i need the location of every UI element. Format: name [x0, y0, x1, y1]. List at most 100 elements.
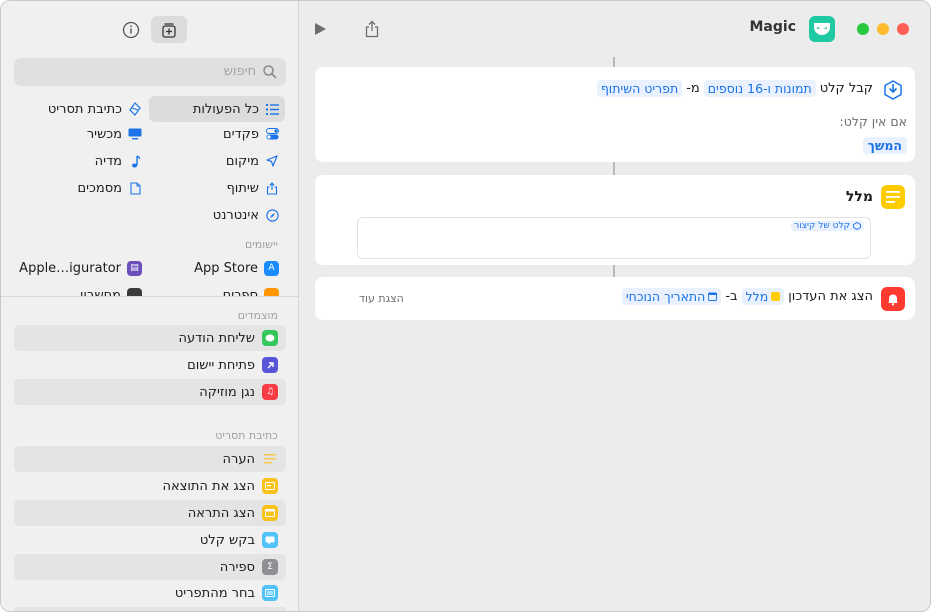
comment-lines-icon — [262, 451, 278, 467]
notification-text-token[interactable]: מלל — [741, 288, 785, 305]
action-ask-for-input[interactable]: בקש קלט — [14, 527, 286, 553]
shortcut-icon[interactable] — [809, 16, 835, 42]
category-documents[interactable]: מסמכים — [71, 175, 148, 201]
location-arrow-icon — [265, 154, 279, 168]
category-location[interactable]: מיקום — [220, 148, 285, 174]
calendar-icon — [708, 292, 718, 301]
music-note-icon — [128, 154, 142, 168]
action-library-button[interactable] — [151, 16, 187, 43]
action-label: פתיחת יישום — [187, 357, 255, 373]
calculator-icon — [127, 287, 142, 296]
action-choose-from-menu[interactable]: בחר מהתפריט — [14, 580, 286, 606]
category-all-actions[interactable]: כל הפעולות — [149, 96, 285, 122]
receive-input-icon — [881, 78, 905, 102]
category-device[interactable]: מכשיר — [81, 121, 148, 147]
current-date-token[interactable]: התאריך הנוכחי — [621, 288, 722, 305]
token-label: התאריך הנוכחי — [625, 289, 706, 304]
monitor-icon — [128, 127, 142, 141]
input-source-token[interactable]: תפריט השיתוף — [596, 80, 683, 97]
shortcuts-window: חיפוש כל הפעולות פקדים מיקום שיתוף אינטר… — [0, 0, 931, 612]
scripting-icon — [128, 102, 142, 116]
action-label: הצג התראה — [187, 505, 255, 521]
app-item-app-store[interactable]: A App Store — [188, 255, 285, 281]
receive-input-action[interactable]: קבל קלט תמונות ו-16 נוספים מ- תפריט השית… — [315, 67, 915, 162]
category-web[interactable]: אינטרנט — [207, 202, 285, 228]
share-icon — [265, 181, 279, 195]
category-label: כל הפעולות — [192, 101, 259, 117]
action-play-music[interactable]: ♫ נגן מוזיקה — [14, 379, 286, 405]
category-label: שיתוף — [226, 180, 259, 196]
share-button[interactable] — [361, 18, 383, 40]
category-controls[interactable]: פקדים — [217, 121, 285, 147]
ask-input-icon — [262, 532, 278, 548]
document-icon — [128, 181, 142, 195]
list-icon — [265, 102, 279, 116]
mask-icon — [814, 23, 830, 35]
show-more-button[interactable]: הצגת עוד — [359, 292, 404, 305]
apps-overflow-row: ספרים מחשבון — [1, 282, 298, 296]
messages-icon — [262, 330, 278, 346]
from-label: מ- — [686, 81, 700, 96]
action-open-app[interactable]: פתיחת יישום — [14, 352, 286, 378]
music-icon: ♫ — [262, 384, 278, 400]
text-field[interactable]: קלט של קיצור — [357, 217, 871, 259]
text-action-title: מלל — [845, 189, 873, 205]
action-label: הצג את התוצאה — [162, 478, 255, 494]
show-notification-action[interactable]: הצג את העדכון מלל ב- התאריך הנוכחי הצגת … — [315, 277, 915, 320]
bell-icon — [881, 287, 905, 311]
action-comment[interactable]: הערה — [14, 446, 286, 472]
action-label: שליחת הודעה — [178, 330, 255, 346]
run-button[interactable] — [309, 18, 331, 40]
in-label: ב- — [725, 289, 738, 304]
info-button[interactable] — [113, 16, 149, 43]
app-label: Apple…igurator — [19, 260, 121, 276]
category-scripting[interactable]: כתיבת תסריט — [42, 96, 148, 122]
action-count[interactable]: Σ ספירה — [14, 554, 286, 580]
input-types-token[interactable]: תמונות ו-16 נוספים — [703, 80, 816, 97]
text-action[interactable]: מלל קלט של קיצור — [315, 175, 915, 265]
play-icon — [315, 23, 326, 35]
category-label: מכשיר — [86, 126, 122, 142]
flow-connector — [613, 57, 615, 67]
category-label: מדיה — [94, 153, 122, 169]
app-item-apple-configurator[interactable]: ▤ Apple…igurator — [13, 255, 148, 281]
library-add-icon — [162, 22, 176, 38]
app-item-books[interactable]: ספרים — [217, 282, 285, 296]
toggle-icon — [265, 127, 279, 141]
action-label: ספירה — [219, 559, 255, 575]
shortcut-name[interactable]: Magic — [750, 19, 797, 35]
receive-label: קבל קלט — [819, 81, 873, 96]
action-label: בקש קלט — [199, 532, 255, 548]
continue-token[interactable]: המשך — [862, 137, 907, 154]
scripting-section-label: כתיבת תסריט — [215, 429, 278, 442]
zoom-window-button[interactable] — [857, 23, 869, 35]
alert-icon — [262, 505, 278, 521]
pinned-section-label: מוצמדים — [237, 309, 278, 322]
sigma-icon: Σ — [262, 559, 278, 575]
text-lines-icon — [881, 185, 905, 209]
close-window-button[interactable] — [897, 23, 909, 35]
action-send-message[interactable]: שליחת הודעה — [14, 325, 286, 351]
category-label: פקדים — [223, 126, 259, 142]
shortcut-input-token[interactable]: קלט של קיצור — [791, 221, 864, 231]
show-notification-label: הצג את העדכון — [788, 289, 873, 304]
minimize-window-button[interactable] — [877, 23, 889, 35]
category-sharing[interactable]: שיתוף — [220, 175, 285, 201]
show-result-icon — [262, 478, 278, 494]
action-show-alert[interactable]: הצג התראה — [14, 500, 286, 526]
action-label: נגן מוזיקה — [199, 384, 255, 400]
action-search-field[interactable]: חיפוש — [14, 58, 286, 86]
app-item-calculator[interactable]: מחשבון — [74, 282, 148, 296]
category-media[interactable]: מדיה — [89, 148, 148, 174]
open-app-icon — [262, 357, 278, 373]
action-next-partial[interactable] — [14, 607, 286, 611]
action-show-result[interactable]: הצג את התוצאה — [14, 473, 286, 499]
sidebar-divider — [1, 296, 298, 297]
no-input-label: אם אין קלט: — [839, 114, 907, 129]
app-label: מחשבון — [79, 287, 121, 297]
shortcut-editor: Magic קבל קלט תמונות ו-16 נוספים מ- תפרי… — [299, 1, 930, 611]
flow-connector — [613, 162, 615, 175]
action-library-sidebar: חיפוש כל הפעולות פקדים מיקום שיתוף אינטר… — [1, 1, 299, 611]
action-canvas: קבל קלט תמונות ו-16 נוספים מ- תפריט השית… — [299, 57, 930, 611]
text-token-icon — [771, 292, 781, 301]
